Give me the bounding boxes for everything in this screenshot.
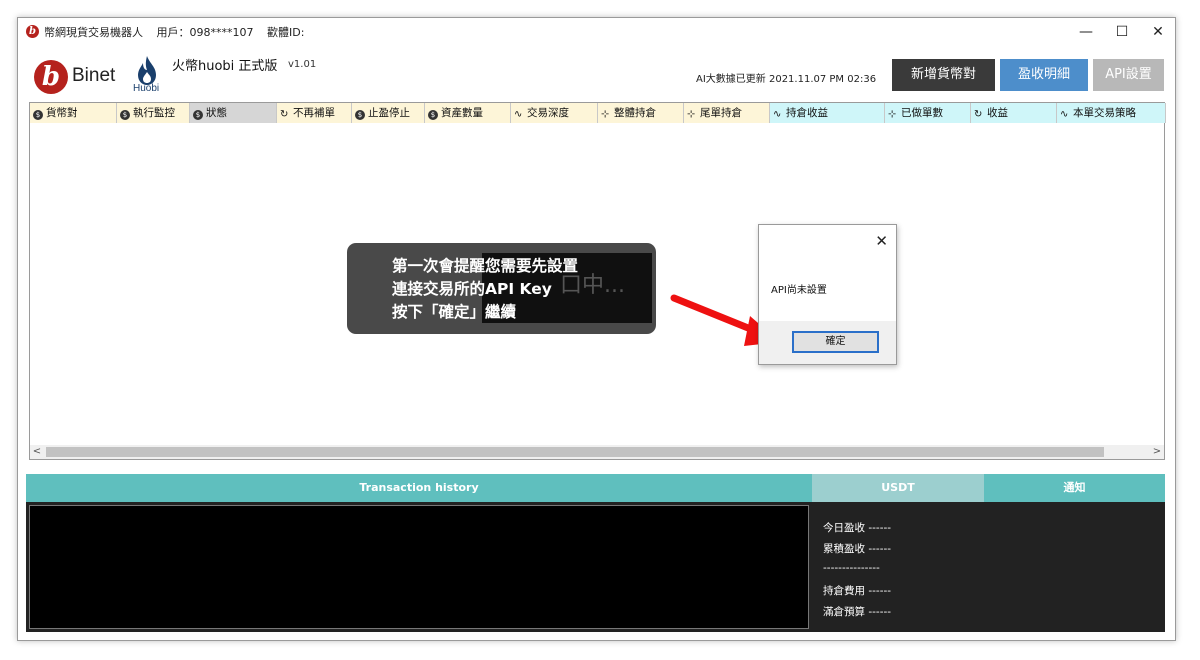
chart-icon: ∿ [773, 109, 782, 120]
table-header: $ 貨幣對 $ 執行監控 $ 狀態 ↻ 不再補單 $ 止盈停止 $ 資產數量 ∿ 交易深度 ⊹ 整體持倉 ⊹ 尾單… [30, 103, 1166, 123]
stat-divider: --------------- [823, 562, 880, 574]
dialog-body: ✕ API尚未設置 [759, 225, 896, 321]
stat-full-budget: 滿倉預算 ------ [823, 606, 892, 618]
tooltip-line-1: 第一次會提醒您需要先設置 [392, 257, 579, 275]
coin-icon: $ [33, 110, 43, 120]
column-label: 不再補單 [293, 107, 335, 119]
app-version: v1.01 [288, 59, 317, 70]
api-settings-button[interactable]: API設置 [1093, 59, 1164, 91]
dialog-ok-button[interactable]: 確定 [792, 331, 879, 353]
stat-total-profit: 累積盈收 ------ [823, 543, 892, 555]
column-label: 持倉收益 [786, 107, 828, 119]
scroll-right-icon[interactable]: > [1150, 445, 1164, 459]
column-header-2[interactable]: $ 執行監控 [117, 103, 190, 123]
column-label: 止盈停止 [368, 107, 410, 119]
coin-icon: $ [355, 110, 365, 120]
tooltip-line-3: 按下「確定」繼續 [392, 303, 517, 321]
column-label: 整體持倉 [614, 107, 656, 119]
binet-logo-text: Binet [72, 65, 116, 86]
column-header-6[interactable]: $ 資產數量 [425, 103, 511, 123]
device-id: 歡體ID: [267, 26, 305, 39]
tab-notifications[interactable]: 通知 [984, 474, 1165, 502]
column-header-5[interactable]: $ 止盈停止 [352, 103, 425, 123]
app-title: 幣網現貨交易機器人 [44, 26, 143, 39]
huobi-logo-text: Huobi [133, 83, 160, 94]
binet-logo-icon: b [34, 60, 68, 94]
chart-icon: ∿ [1060, 109, 1069, 120]
add-currency-pair-button[interactable]: 新增貨幣對 [892, 59, 995, 91]
tooltip-line-2: 連接交易所的API Key [392, 280, 552, 298]
transaction-history-log [29, 505, 809, 629]
minimize-button[interactable]: — [1068, 18, 1104, 46]
profit-details-button[interactable]: 盈收明細 [1000, 59, 1088, 91]
network-icon: ⊹ [687, 109, 696, 120]
tooltip-text: 第一次會提醒您需要先設置 連接交易所的API Key 按下「確定」繼續 [392, 255, 578, 324]
column-header-3[interactable]: $ 狀態 [190, 103, 277, 123]
coin-icon: $ [120, 110, 130, 120]
column-label: 尾單持倉 [700, 107, 742, 119]
tutorial-tooltip: 口中... 第一次會提醒您需要先設置 連接交易所的API Key 按下「確定」繼… [347, 243, 656, 334]
dialog-close-icon[interactable]: ✕ [875, 232, 888, 250]
column-header-13[interactable]: ∿ 本單交易策略 [1057, 103, 1166, 123]
window-title: 幣網現貨交易機器人 用戶：098****107 歡體ID: [44, 24, 314, 40]
column-header-7[interactable]: ∿ 交易深度 [511, 103, 598, 123]
app-logo-icon: b [26, 25, 39, 38]
column-label: 已做單數 [901, 107, 943, 119]
horizontal-scrollbar[interactable]: < > [30, 445, 1164, 459]
refresh-icon: ↻ [974, 109, 983, 120]
column-header-9[interactable]: ⊹ 尾單持倉 [684, 103, 770, 123]
column-label: 執行監控 [133, 107, 175, 119]
coin-icon: $ [428, 110, 438, 120]
usdt-stats-panel: 今日盈收 ------ 累積盈收 ------ --------------- … [812, 502, 1165, 632]
scrollbar-thumb[interactable] [46, 447, 1104, 457]
column-label: 本單交易策略 [1073, 107, 1136, 119]
stat-today-profit: 今日盈收 ------ [823, 522, 892, 534]
dialog-message: API尚未設置 [771, 285, 827, 296]
stat-position-cost: 持倉費用 ------ [823, 585, 892, 597]
api-alert-dialog: ✕ API尚未設置 確定 [758, 224, 897, 365]
user-id: 用戶：098****107 [156, 26, 254, 39]
column-header-11[interactable]: ⊹ 已做單數 [885, 103, 971, 123]
update-status: AI大數據已更新 2021.11.07 PM 02:36 [696, 74, 877, 85]
column-label: 貨幣對 [46, 107, 78, 119]
close-window-button[interactable]: ✕ [1140, 18, 1176, 46]
coin-icon: $ [193, 110, 203, 120]
bottom-panel: Transaction history USDT 通知 今日盈收 ------ … [26, 474, 1165, 633]
scroll-left-icon[interactable]: < [30, 445, 44, 459]
title-bar: b 幣網現貨交易機器人 用戶：098****107 歡體ID: — ☐ ✕ [18, 18, 1175, 46]
column-header-8[interactable]: ⊹ 整體持倉 [598, 103, 684, 123]
column-header-12[interactable]: ↻ 收益 [971, 103, 1057, 123]
column-header-10[interactable]: ∿ 持倉收益 [770, 103, 885, 123]
network-icon: ⊹ [888, 109, 897, 120]
refresh-icon: ↻ [280, 109, 289, 120]
column-header-4[interactable]: ↻ 不再補單 [277, 103, 352, 123]
transaction-history-panel [26, 502, 812, 632]
tab-usdt[interactable]: USDT [812, 474, 984, 502]
chart-icon: ∿ [514, 109, 523, 120]
network-icon: ⊹ [601, 109, 610, 120]
column-header-1[interactable]: $ 貨幣對 [30, 103, 117, 123]
column-label: 交易深度 [527, 107, 569, 119]
maximize-button[interactable]: ☐ [1104, 18, 1140, 46]
column-label: 收益 [987, 107, 1008, 119]
column-label: 狀態 [206, 107, 227, 119]
column-label: 資產數量 [441, 107, 483, 119]
tab-transaction-history[interactable]: Transaction history [26, 474, 812, 502]
app-name: 火幣huobi 正式版 [172, 59, 278, 74]
